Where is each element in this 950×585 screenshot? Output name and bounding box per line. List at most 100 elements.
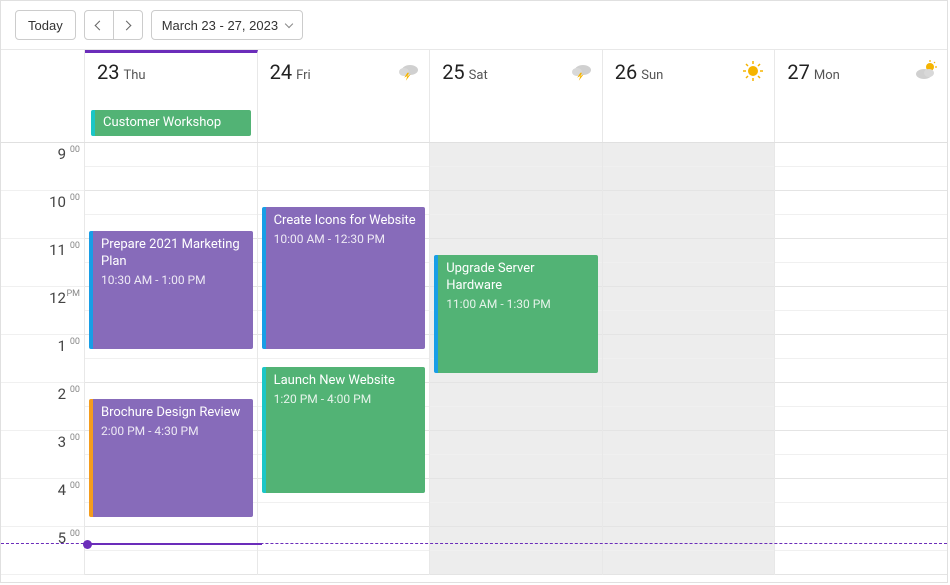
now-indicator bbox=[1, 543, 947, 544]
time-slot[interactable] bbox=[775, 359, 947, 383]
time-slot[interactable] bbox=[603, 503, 775, 527]
time-slot[interactable] bbox=[258, 143, 430, 167]
time-slot[interactable] bbox=[775, 479, 947, 503]
chevron-right-icon bbox=[122, 20, 132, 30]
time-slot[interactable] bbox=[430, 167, 602, 191]
hour-label: 100 bbox=[1, 335, 84, 383]
time-slot[interactable] bbox=[430, 503, 602, 527]
day-headers: 23ThuCustomer Workshop24Fri25Sat26Sun27M… bbox=[1, 49, 947, 143]
day-column[interactable]: Upgrade Server Hardware11:00 AM - 1:30 P… bbox=[430, 143, 603, 575]
day-column[interactable]: Prepare 2021 Marketing Plan10:30 AM - 1:… bbox=[85, 143, 258, 575]
time-slot[interactable] bbox=[775, 167, 947, 191]
date-range-button[interactable]: March 23 - 27, 2023 bbox=[151, 10, 303, 40]
time-slot[interactable] bbox=[430, 479, 602, 503]
time-slot[interactable] bbox=[775, 215, 947, 239]
time-slot[interactable] bbox=[775, 311, 947, 335]
grid-inner: 9001000110012PM100200300400500 Prepare 2… bbox=[1, 143, 947, 575]
hour-suffix: 00 bbox=[70, 529, 80, 539]
time-slot[interactable] bbox=[603, 215, 775, 239]
next-button[interactable] bbox=[113, 10, 143, 40]
time-slot[interactable] bbox=[775, 431, 947, 455]
time-slot[interactable] bbox=[430, 527, 602, 551]
time-slot[interactable] bbox=[85, 527, 257, 551]
time-slot[interactable] bbox=[603, 143, 775, 167]
time-slot[interactable] bbox=[258, 167, 430, 191]
time-slot[interactable] bbox=[85, 359, 257, 383]
time-slot[interactable] bbox=[85, 143, 257, 167]
today-button[interactable]: Today bbox=[15, 10, 76, 40]
hour-suffix: 00 bbox=[70, 241, 80, 251]
event-title: Prepare 2021 Marketing Plan bbox=[101, 237, 245, 271]
time-slot[interactable] bbox=[603, 287, 775, 311]
time-slot[interactable] bbox=[603, 359, 775, 383]
time-slot[interactable] bbox=[603, 311, 775, 335]
calendar-event[interactable]: Upgrade Server Hardware11:00 AM - 1:30 P… bbox=[434, 255, 598, 373]
time-slot[interactable] bbox=[430, 407, 602, 431]
hour-label: 200 bbox=[1, 383, 84, 431]
day-header[interactable]: 26Sun bbox=[603, 50, 776, 142]
time-slot[interactable] bbox=[775, 455, 947, 479]
time-slot[interactable] bbox=[430, 383, 602, 407]
time-slot[interactable] bbox=[430, 551, 602, 575]
time-slot[interactable] bbox=[775, 383, 947, 407]
time-slot[interactable] bbox=[603, 167, 775, 191]
time-slot[interactable] bbox=[603, 479, 775, 503]
calendar-event[interactable]: Prepare 2021 Marketing Plan10:30 AM - 1:… bbox=[89, 231, 253, 349]
time-slot[interactable] bbox=[603, 383, 775, 407]
time-slot[interactable] bbox=[775, 527, 947, 551]
time-slot[interactable] bbox=[85, 191, 257, 215]
time-slot[interactable] bbox=[430, 431, 602, 455]
time-slot[interactable] bbox=[603, 431, 775, 455]
time-slot[interactable] bbox=[775, 287, 947, 311]
time-slot[interactable] bbox=[775, 551, 947, 575]
day-column[interactable] bbox=[603, 143, 776, 575]
event-time: 11:00 AM - 1:30 PM bbox=[446, 297, 590, 311]
prev-button[interactable] bbox=[84, 10, 114, 40]
time-slot[interactable] bbox=[603, 263, 775, 287]
time-slot[interactable] bbox=[775, 239, 947, 263]
time-slot[interactable] bbox=[603, 407, 775, 431]
time-slot[interactable] bbox=[603, 335, 775, 359]
hour-label: 900 bbox=[1, 143, 84, 191]
time-slot[interactable] bbox=[775, 335, 947, 359]
time-slot[interactable] bbox=[775, 143, 947, 167]
time-slot[interactable] bbox=[775, 503, 947, 527]
calendar-event[interactable]: Brochure Design Review2:00 PM - 4:30 PM bbox=[89, 399, 253, 517]
time-slot[interactable] bbox=[603, 455, 775, 479]
time-slot[interactable] bbox=[603, 551, 775, 575]
time-slot[interactable] bbox=[258, 551, 430, 575]
day-header[interactable]: 27Mon bbox=[775, 50, 947, 142]
time-slot[interactable] bbox=[258, 527, 430, 551]
chevron-down-icon bbox=[285, 19, 293, 27]
hour-label: 1100 bbox=[1, 239, 84, 287]
day-header[interactable]: 25Sat bbox=[430, 50, 603, 142]
time-slot[interactable] bbox=[603, 191, 775, 215]
time-slot[interactable] bbox=[258, 503, 430, 527]
time-slot[interactable] bbox=[430, 455, 602, 479]
time-slot[interactable] bbox=[603, 239, 775, 263]
calendar-grid[interactable]: 9001000110012PM100200300400500 Prepare 2… bbox=[1, 143, 947, 582]
weather-icon bbox=[570, 60, 592, 82]
day-header[interactable]: 24Fri bbox=[258, 50, 431, 142]
weather-icon bbox=[915, 60, 937, 82]
weather-icon bbox=[397, 60, 419, 82]
event-title: Launch New Website bbox=[274, 373, 418, 390]
day-number: 25 bbox=[442, 60, 464, 84]
calendar-event[interactable]: Create Icons for Website10:00 AM - 12:30… bbox=[262, 207, 426, 349]
day-columns: Prepare 2021 Marketing Plan10:30 AM - 1:… bbox=[85, 143, 947, 575]
day-column[interactable]: Create Icons for Website10:00 AM - 12:30… bbox=[258, 143, 431, 575]
time-slot[interactable] bbox=[603, 527, 775, 551]
time-slot[interactable] bbox=[775, 263, 947, 287]
day-header[interactable]: 23ThuCustomer Workshop bbox=[85, 50, 258, 142]
allday-event[interactable]: Customer Workshop bbox=[91, 110, 251, 136]
calendar-event[interactable]: Launch New Website1:20 PM - 4:00 PM bbox=[262, 367, 426, 493]
time-slot[interactable] bbox=[775, 407, 947, 431]
time-slot[interactable] bbox=[430, 215, 602, 239]
hour-label: 300 bbox=[1, 431, 84, 479]
time-slot[interactable] bbox=[430, 191, 602, 215]
time-slot[interactable] bbox=[85, 167, 257, 191]
time-slot[interactable] bbox=[775, 191, 947, 215]
day-column[interactable] bbox=[775, 143, 947, 575]
time-slot[interactable] bbox=[430, 143, 602, 167]
time-slot[interactable] bbox=[85, 551, 257, 575]
